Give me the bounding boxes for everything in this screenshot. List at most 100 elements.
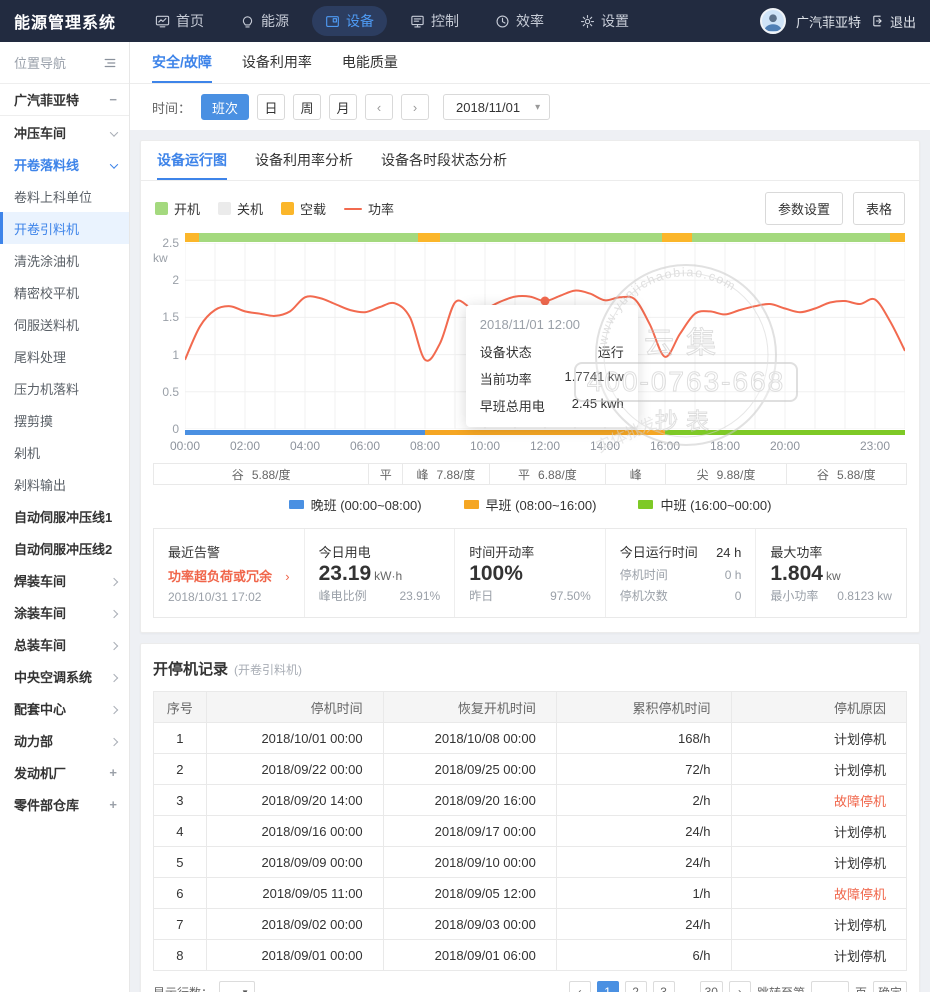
plot-area[interactable]: 00:0002:0004:0006:0008:0010:0012:0014:00… xyxy=(185,233,905,459)
time-mode-日[interactable]: 日 xyxy=(257,94,285,120)
table-row[interactable]: 42018/09/16 00:002018/09/17 00:0024/h计划停… xyxy=(154,816,907,847)
table-row[interactable]: 52018/09/09 00:002018/09/10 00:0024/h计划停… xyxy=(154,847,907,878)
sidebar-item-label: 压力机落料 xyxy=(14,379,79,398)
date-select[interactable]: 2018/11/01 ▾ xyxy=(443,94,550,120)
chart-tabs: 设备运行图设备利用率分析设备各时段状态分析 xyxy=(141,141,919,181)
sidebar-item-伺服送料机[interactable]: 伺服送料机 xyxy=(0,308,129,340)
nav-item-设备[interactable]: 设备 xyxy=(312,6,387,36)
nav-item-控制[interactable]: 控制 xyxy=(397,6,472,36)
pager-next-button[interactable]: › xyxy=(729,981,751,992)
prev-period-button[interactable]: ‹ xyxy=(365,94,393,120)
sidebar-item-广汽菲亚特[interactable]: 广汽菲亚特− xyxy=(0,84,129,116)
sidebar-item-精密校平机[interactable]: 精密校平机 xyxy=(0,276,129,308)
time-mode-班次[interactable]: 班次 xyxy=(201,94,249,120)
alert-arrow-icon[interactable]: › xyxy=(285,569,289,584)
nav-item-设置[interactable]: 设置 xyxy=(567,6,642,36)
jump-page-input[interactable] xyxy=(811,981,849,992)
x-tick: 18:00 xyxy=(710,439,740,453)
jump-confirm-button[interactable]: 确定 xyxy=(873,981,907,992)
table-row[interactable]: 32018/09/20 14:002018/09/20 16:002/h故障停机 xyxy=(154,785,907,816)
chart-tab-设备利用率分析[interactable]: 设备利用率分析 xyxy=(255,141,353,180)
stat-row: 时间开动率 xyxy=(469,542,591,561)
collapse-panel-icon[interactable] xyxy=(103,56,117,70)
user-name[interactable]: 广汽菲亚特 xyxy=(796,12,861,31)
next-period-button[interactable]: › xyxy=(401,94,429,120)
sidebar-item-涂装车间[interactable]: 涂装车间 xyxy=(0,596,129,628)
stat-row: 最小功率0.8123 kw xyxy=(770,587,892,604)
sidebar-item-动力部[interactable]: 动力部 xyxy=(0,724,129,756)
sidebar-item-压力机落料[interactable]: 压力机落料 xyxy=(0,372,129,404)
sidebar-item-焊装车间[interactable]: 焊装车间 xyxy=(0,564,129,596)
chart-tooltip: 2018/11/01 12:00 设备状态运行当前功率1.7741 kw早班总用… xyxy=(466,305,638,427)
pager-page-1[interactable]: 1 xyxy=(597,981,619,992)
tab-安全/故障[interactable]: 安全/故障 xyxy=(152,42,212,83)
tab-设备利用率[interactable]: 设备利用率 xyxy=(242,42,312,83)
sidebar-item-label: 精密校平机 xyxy=(14,283,79,302)
stat-label: 最近告警 xyxy=(168,542,220,561)
chart-tab-设备各时段状态分析[interactable]: 设备各时段状态分析 xyxy=(381,141,507,180)
chevron-right-icon xyxy=(110,577,118,585)
sidebar-item-自动伺服冲压线2[interactable]: 自动伺服冲压线2 xyxy=(0,532,129,564)
table-row[interactable]: 62018/09/05 11:002018/09/05 12:001/h故障停机 xyxy=(154,878,907,909)
user-avatar[interactable] xyxy=(760,8,786,34)
rows-per-page-select[interactable]: ▼ xyxy=(219,981,255,992)
table-view-button[interactable]: 表格 xyxy=(853,192,905,225)
x-tick: 12:00 xyxy=(530,439,560,453)
sidebar-item-label: 发动机厂 xyxy=(14,763,66,782)
status-segment-空载 xyxy=(418,233,441,242)
sidebar-item-剁料输出[interactable]: 剁料输出 xyxy=(0,468,129,500)
table-row[interactable]: 12018/10/01 00:002018/10/08 00:00168/h计划… xyxy=(154,723,907,754)
sidebar-item-卷料上科单位[interactable]: 卷料上科单位 xyxy=(0,180,129,212)
sidebar-item-开卷落料线[interactable]: 开卷落料线 xyxy=(0,148,129,180)
sidebar-item-摆剪摸[interactable]: 摆剪摸 xyxy=(0,404,129,436)
table-cell: 2018/09/22 00:00 xyxy=(206,754,383,785)
sidebar-item-剁机[interactable]: 剁机 xyxy=(0,436,129,468)
nav-item-能源[interactable]: 能源 xyxy=(227,6,302,36)
table-cell: 72/h xyxy=(556,754,731,785)
sidebar-item-自动伺服冲压线1[interactable]: 自动伺服冲压线1 xyxy=(0,500,129,532)
sidebar-item-冲压车间[interactable]: 冲压车间 xyxy=(0,116,129,148)
time-filter-label: 时间： xyxy=(152,98,191,117)
sidebar-item-label: 清洗涂油机 xyxy=(14,251,79,270)
y-tick: 0 xyxy=(153,422,179,436)
chevron-right-icon xyxy=(111,574,117,587)
pager-page-30[interactable]: 30 xyxy=(700,981,723,992)
chart-tab-设备运行图[interactable]: 设备运行图 xyxy=(157,141,227,180)
table-cell: 24/h xyxy=(556,909,731,940)
sidebar-item-零件部仓库[interactable]: 零件部仓库+ xyxy=(0,788,129,820)
pager-page-3[interactable]: 3 xyxy=(653,981,675,992)
logout-button[interactable]: 退出 xyxy=(871,12,916,31)
chevron-right-icon xyxy=(111,638,117,651)
sidebar-item-开卷引料机[interactable]: 开卷引料机 xyxy=(0,212,129,244)
sidebar-item-尾料处理[interactable]: 尾料处理 xyxy=(0,340,129,372)
legend-关机: 关机 xyxy=(218,199,263,218)
x-tick: 16:00 xyxy=(650,439,680,453)
pager-page-2[interactable]: 2 xyxy=(625,981,647,992)
table-row[interactable]: 22018/09/22 00:002018/09/25 00:0072/h计划停… xyxy=(154,754,907,785)
time-mode-月[interactable]: 月 xyxy=(329,94,357,120)
stat-card: 最近告警功率超负荷或冗余›2018/10/31 17:02 xyxy=(154,529,305,617)
tariff-cell-峰: 峰7.88/度 xyxy=(402,464,488,484)
table-row[interactable]: 82018/09/01 00:002018/09/01 06:006/h计划停机 xyxy=(154,940,907,971)
stat-value: 0 xyxy=(735,589,742,603)
tab-电能质量[interactable]: 电能质量 xyxy=(342,42,398,83)
nav-item-首页[interactable]: 首页 xyxy=(142,6,217,36)
nav-item-效率[interactable]: 效率 xyxy=(482,6,557,36)
sidebar-item-清洗涂油机[interactable]: 清洗涂油机 xyxy=(0,244,129,276)
shift-legend-swatch xyxy=(464,500,479,509)
jump-suffix-label: 页 xyxy=(855,984,867,992)
sidebar-item-label: 伺服送料机 xyxy=(14,315,79,334)
sidebar-item-总装车间[interactable]: 总装车间 xyxy=(0,628,129,660)
sidebar-item-发动机厂[interactable]: 发动机厂+ xyxy=(0,756,129,788)
table-row[interactable]: 72018/09/02 00:002018/09/03 00:0024/h计划停… xyxy=(154,909,907,940)
page-header: 安全/故障设备利用率电能质量 时间： 班次日周月 ‹ › 2018/11/01 … xyxy=(130,42,930,130)
sidebar-item-配套中心[interactable]: 配套中心 xyxy=(0,692,129,724)
tariff-cell-平: 平 xyxy=(368,464,402,484)
sidebar-item-中央空调系统[interactable]: 中央空调系统 xyxy=(0,660,129,692)
time-mode-周[interactable]: 周 xyxy=(293,94,321,120)
time-filter-bar: 时间： 班次日周月 ‹ › 2018/11/01 ▾ xyxy=(130,84,930,130)
x-tick: 08:00 xyxy=(410,439,440,453)
pager-prev-button[interactable]: ‹ xyxy=(569,981,591,992)
logout-label: 退出 xyxy=(890,12,916,31)
param-settings-button[interactable]: 参数设置 xyxy=(765,192,843,225)
